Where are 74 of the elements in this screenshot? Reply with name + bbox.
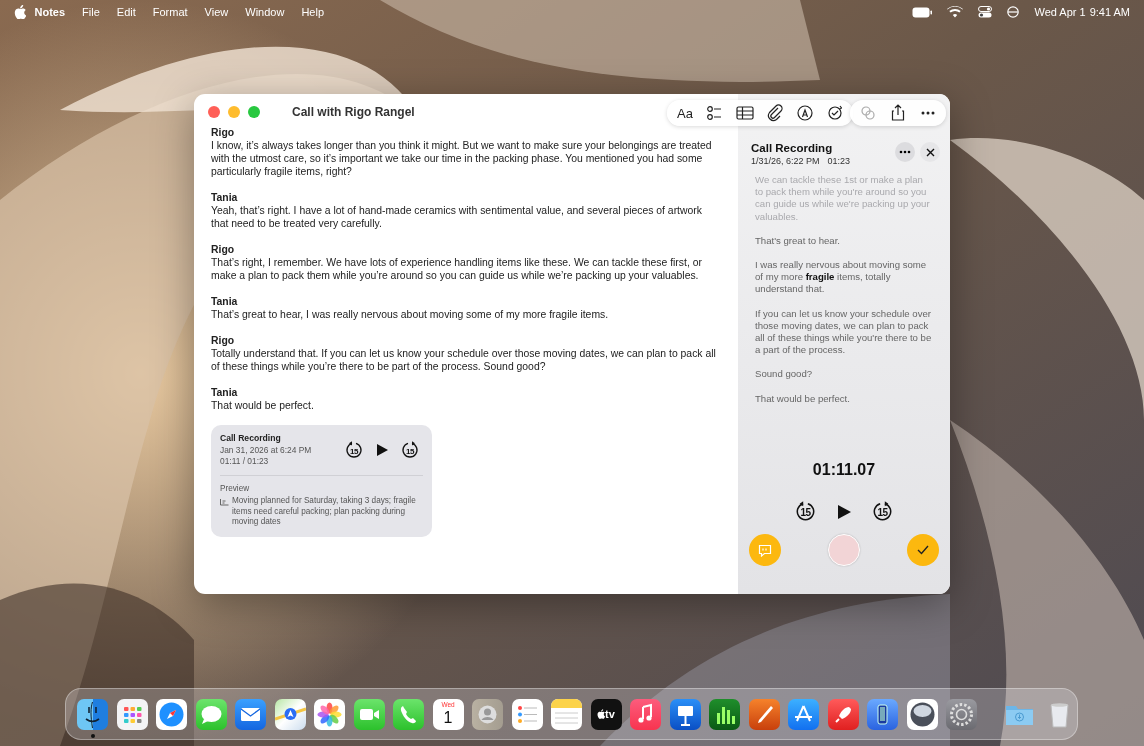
- compass-icon[interactable]: [156, 698, 187, 730]
- skip-back-icon: [345, 441, 363, 460]
- done-button[interactable]: [907, 534, 939, 566]
- menu-bar-date[interactable]: Wed Apr 1: [1034, 6, 1086, 18]
- transcript-text: That’s right, I remember. We have lots of experience handling items like these. We can tackle these first, or make a plan to pack them while you’re around so you can guide us while we’re packing up your valuables.: [211, 256, 703, 282]
- transcript-text: Sound good?: [755, 368, 814, 381]
- card-date: Jan 31, 2026 at 6:24 PM: [220, 444, 312, 456]
- skip-forward-icon: [872, 501, 893, 522]
- transcript-text: If you can let us know your schedule over those moving dates, we can plan to pack all of these things while you're there to be a part of the process.: [755, 307, 933, 357]
- flower-icon[interactable]: [314, 698, 345, 730]
- phone-handset-icon[interactable]: [393, 698, 424, 730]
- transcript-text: That would be perfect.: [211, 399, 315, 412]
- panel-title: Call Recording: [751, 142, 834, 154]
- speaker-name: Tania: [211, 191, 239, 204]
- status-icon[interactable]: [1007, 6, 1020, 18]
- bar-chart-icon[interactable]: [709, 698, 740, 730]
- play-icon[interactable]: [375, 443, 389, 458]
- skip-forward-icon: [401, 441, 419, 460]
- close-panel-button[interactable]: [920, 142, 940, 162]
- transcript-text: We can tackle these 1st or make a plan to pack them while you're around so you can guide us while we're packing up your valuables.: [755, 174, 931, 223]
- window-title: Call with Rigo Rangel: [292, 105, 415, 119]
- preview-text: Moving planned for Saturday, taking 3 days; fragile items need careful packing; plan packing during moving dates: [232, 496, 417, 528]
- menu-item[interactable]: Format: [144, 6, 197, 18]
- apple-menu-icon[interactable]: [14, 5, 26, 19]
- speaker-name: Rigo: [211, 243, 236, 256]
- skip-back-button[interactable]: 15: [345, 441, 363, 460]
- speaker-name: Tania: [211, 295, 239, 308]
- app-menu[interactable]: Notes: [26, 6, 74, 18]
- more-button[interactable]: [895, 142, 915, 162]
- menu-bar-clock[interactable]: 9:41 AM: [1089, 6, 1130, 18]
- speaker-name: Rigo: [211, 334, 236, 347]
- transcript-text: Yeah, that’s right. I have a lot of hand-made ceramics with sentimental value, and several pieces of artwork that need to be treated very carefully.: [211, 204, 703, 230]
- transcript-text: Totally understand that. If you can let us know your schedule over those moving dates, we can plan to pack all of these things while you’re there to be part of the process. Sound good?: [211, 347, 717, 373]
- skip-forward-button[interactable]: 15: [872, 501, 893, 522]
- app-store-icon[interactable]: [788, 698, 819, 730]
- speaker-name: Rigo: [211, 126, 236, 139]
- person-icon[interactable]: [472, 698, 503, 730]
- close-icon: [925, 147, 935, 157]
- skip-back-button[interactable]: 15: [795, 501, 816, 522]
- skip-back-icon: [795, 501, 816, 522]
- transcript-text: I was really nervous about moving some of my more fragile items, totally understand that.: [755, 259, 928, 296]
- more-icon: [899, 150, 911, 154]
- speaker-name: Tania: [211, 386, 239, 399]
- calendar-day: 1: [443, 708, 453, 727]
- recording-date: 1/31/26, 6:22 PM: [751, 156, 820, 166]
- envelope-icon[interactable]: [235, 698, 266, 730]
- device-icon[interactable]: [867, 698, 898, 730]
- transcript-text: That’s great to hear, I was really nervous about moving some of my more fragile items.: [211, 308, 610, 321]
- playback-timer: 01:11.07: [811, 461, 877, 479]
- menu-item[interactable]: Window: [236, 6, 293, 18]
- summary-icon: [220, 498, 229, 506]
- recording-duration: 01:23: [827, 156, 851, 166]
- menu-item[interactable]: View: [196, 6, 237, 18]
- smiling-face-icon[interactable]: [77, 698, 108, 730]
- close-button[interactable]: [208, 106, 220, 118]
- speech-bubble-icon: [758, 543, 772, 557]
- notepad-icon[interactable]: [551, 698, 582, 730]
- format-button[interactable]: Aa: [673, 102, 697, 124]
- menu-item[interactable]: File: [73, 6, 109, 18]
- card-title: Call Recording: [220, 433, 282, 445]
- battery-icon[interactable]: [912, 6, 933, 18]
- control-center-icon[interactable]: [978, 6, 993, 18]
- play-icon[interactable]: [836, 503, 852, 520]
- wifi-icon[interactable]: [947, 6, 964, 18]
- preview-label: Preview: [220, 482, 251, 494]
- checkmark-icon: [917, 545, 929, 555]
- skip-forward-button[interactable]: 15: [401, 441, 419, 460]
- menu-item[interactable]: Help: [292, 6, 333, 18]
- transcript-text: That would be perfect.: [755, 392, 851, 404]
- transcript-text: That's great to hear.: [755, 234, 842, 247]
- menu-item[interactable]: Edit: [108, 6, 145, 18]
- gear-icon[interactable]: [946, 698, 977, 730]
- transcript-text: I know, it’s always takes longer than you think it might. But we want to make sure your belongings are treated with the utmost care, so it’s important we take our time in the packing phase. You mentioned you had some particularly fragile items, right?: [211, 139, 713, 178]
- music-note-icon[interactable]: [630, 698, 661, 730]
